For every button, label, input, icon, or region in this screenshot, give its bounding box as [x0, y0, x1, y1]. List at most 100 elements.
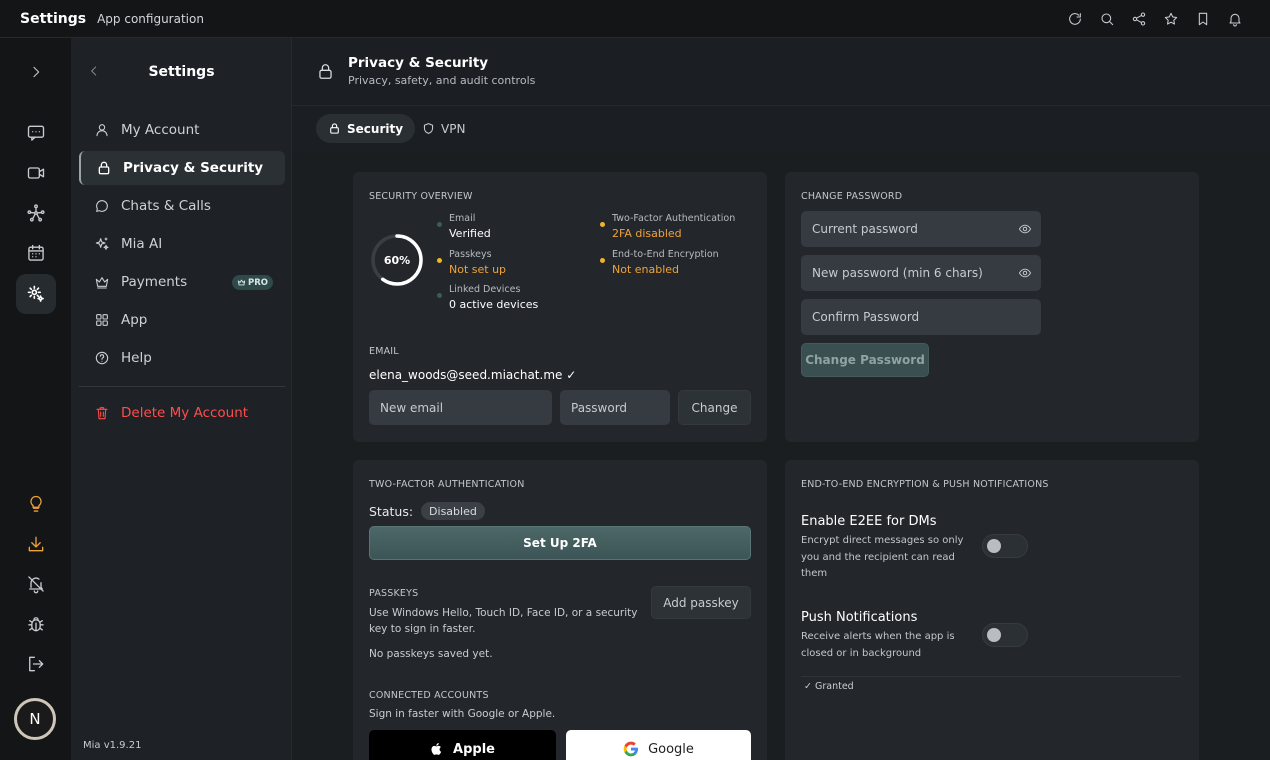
app-title: Settings — [20, 10, 87, 27]
status-badge: Disabled — [421, 502, 485, 520]
new-password-input[interactable] — [801, 255, 1041, 291]
google-logo-icon — [623, 741, 639, 757]
stat-label: Two-Factor Authentication — [612, 213, 736, 224]
grid-icon — [93, 311, 111, 329]
change-password-button[interactable]: Change Password — [801, 343, 929, 377]
stat-value: Verified — [449, 227, 491, 240]
status-dot — [600, 258, 605, 263]
section-heading: TWO-FACTOR AUTHENTICATION — [369, 479, 525, 490]
title-bar: Settings App configuration — [0, 0, 1270, 38]
avatar[interactable]: N — [14, 698, 56, 740]
share-icon[interactable] — [1130, 10, 1148, 28]
app-version: Mia v1.9.21 — [83, 740, 142, 751]
security-overview-card: SECURITY OVERVIEW 60% Email Verified Pas… — [353, 172, 767, 442]
logout-icon[interactable] — [16, 644, 56, 684]
delete-account-button[interactable]: Delete My Account — [79, 396, 285, 430]
video-icon[interactable] — [16, 153, 56, 193]
sidebar-item-payments[interactable]: Payments PRO — [79, 265, 285, 299]
tab-label: Security — [347, 121, 404, 136]
help-icon — [93, 349, 111, 367]
download-icon[interactable] — [16, 524, 56, 564]
chat-bubble-icon — [93, 197, 111, 215]
delete-account-label: Delete My Account — [121, 405, 249, 421]
google-label: Google — [648, 741, 694, 757]
add-passkey-button[interactable]: Add passkey — [651, 586, 751, 619]
tab-vpn[interactable]: VPN — [410, 114, 477, 143]
expand-icon[interactable] — [16, 52, 56, 92]
sidebar-title: Settings — [148, 64, 215, 80]
stat-label: Passkeys — [449, 249, 492, 260]
tab-bar: Security VPN — [292, 107, 1270, 151]
sidebar-item-chats-calls[interactable]: Chats & Calls — [79, 189, 285, 223]
new-email-input[interactable] — [369, 390, 552, 425]
sidebar-item-my-account[interactable]: My Account — [79, 113, 285, 147]
avatar-initial: N — [29, 710, 41, 728]
email-password-input[interactable] — [560, 390, 670, 425]
lock-icon — [330, 123, 339, 134]
sidebar-item-mia-ai[interactable]: Mia AI — [79, 227, 285, 261]
current-password-field — [801, 211, 1041, 247]
section-divider — [801, 676, 1181, 677]
star-icon[interactable] — [1162, 10, 1180, 28]
stat-label: End-to-End Encryption — [612, 249, 719, 260]
bell-off-icon[interactable] — [16, 564, 56, 604]
confirm-password-input[interactable] — [801, 299, 1041, 335]
tab-security[interactable]: Security — [316, 114, 416, 143]
lock-icon — [316, 62, 335, 81]
push-description: Receive alerts when the app is closed or… — [801, 631, 955, 659]
network-icon[interactable] — [16, 193, 56, 233]
sidebar-item-privacy-security[interactable]: Privacy & Security — [79, 151, 285, 185]
bug-icon[interactable] — [16, 604, 56, 644]
tab-label: VPN — [441, 121, 466, 136]
stat-value: Not enabled — [612, 263, 680, 276]
top-actions — [1066, 0, 1244, 38]
e2ee-toggle[interactable] — [982, 534, 1028, 558]
search-icon[interactable] — [1098, 10, 1116, 28]
page-subtitle: Privacy, safety, and audit controls — [348, 74, 536, 87]
two-factor-card: TWO-FACTOR AUTHENTICATION Status: Disabl… — [353, 460, 767, 760]
status-dot — [437, 222, 442, 227]
lock-icon — [95, 159, 113, 177]
section-heading: SECURITY OVERVIEW — [369, 191, 473, 202]
user-icon — [93, 121, 111, 139]
apple-signin-button[interactable]: Apple — [369, 730, 556, 760]
current-password-input[interactable] — [801, 211, 1041, 247]
sidebar-item-help[interactable]: Help — [79, 341, 285, 375]
app-subtitle: App configuration — [97, 11, 204, 26]
icon-rail: N — [0, 38, 71, 760]
status-label: Status: — [369, 503, 414, 519]
email-heading: EMAIL — [369, 346, 399, 357]
status-dot — [437, 258, 442, 263]
eye-icon[interactable] — [1018, 266, 1032, 280]
e2ee-push-card: END-TO-END ENCRYPTION & PUSH NOTIFICATIO… — [785, 460, 1199, 760]
stat-value: Not set up — [449, 263, 507, 276]
crown-icon — [237, 279, 246, 286]
toggle-knob — [987, 539, 1001, 553]
connected-heading: CONNECTED ACCOUNTS — [369, 690, 489, 701]
push-toggle[interactable] — [982, 623, 1028, 647]
pro-badge: PRO — [231, 275, 273, 290]
badge-label: PRO — [247, 277, 268, 288]
google-signin-button[interactable]: Google — [566, 730, 751, 760]
e2ee-title: Enable E2EE for DMs — [801, 514, 937, 529]
bookmark-icon[interactable] — [1194, 10, 1212, 28]
bell-icon[interactable] — [1226, 10, 1244, 28]
sidebar-item-app[interactable]: App — [79, 303, 285, 337]
sparkle-icon — [93, 235, 111, 253]
chat-icon[interactable] — [16, 113, 56, 153]
sidebar-item-label: Payments — [121, 274, 188, 290]
calendar-icon[interactable] — [16, 233, 56, 273]
eye-icon[interactable] — [1018, 222, 1032, 236]
section-heading: CHANGE PASSWORD — [801, 191, 903, 202]
settings-sidebar: Settings My Account Privacy & Security C… — [71, 38, 292, 760]
setup-2fa-button[interactable]: Set Up 2FA — [369, 526, 751, 560]
sidebar-item-label: Mia AI — [121, 236, 163, 252]
apple-label: Apple — [453, 741, 495, 757]
refresh-icon[interactable] — [1066, 10, 1084, 28]
change-email-button[interactable]: Change — [678, 390, 751, 425]
current-email: elena_woods@seed.miachat.me ✓ — [369, 368, 577, 382]
sidebar-divider — [79, 386, 285, 387]
gear-icon[interactable] — [16, 274, 56, 314]
bulb-icon[interactable] — [16, 484, 56, 524]
stat-value: 2FA disabled — [612, 227, 682, 240]
